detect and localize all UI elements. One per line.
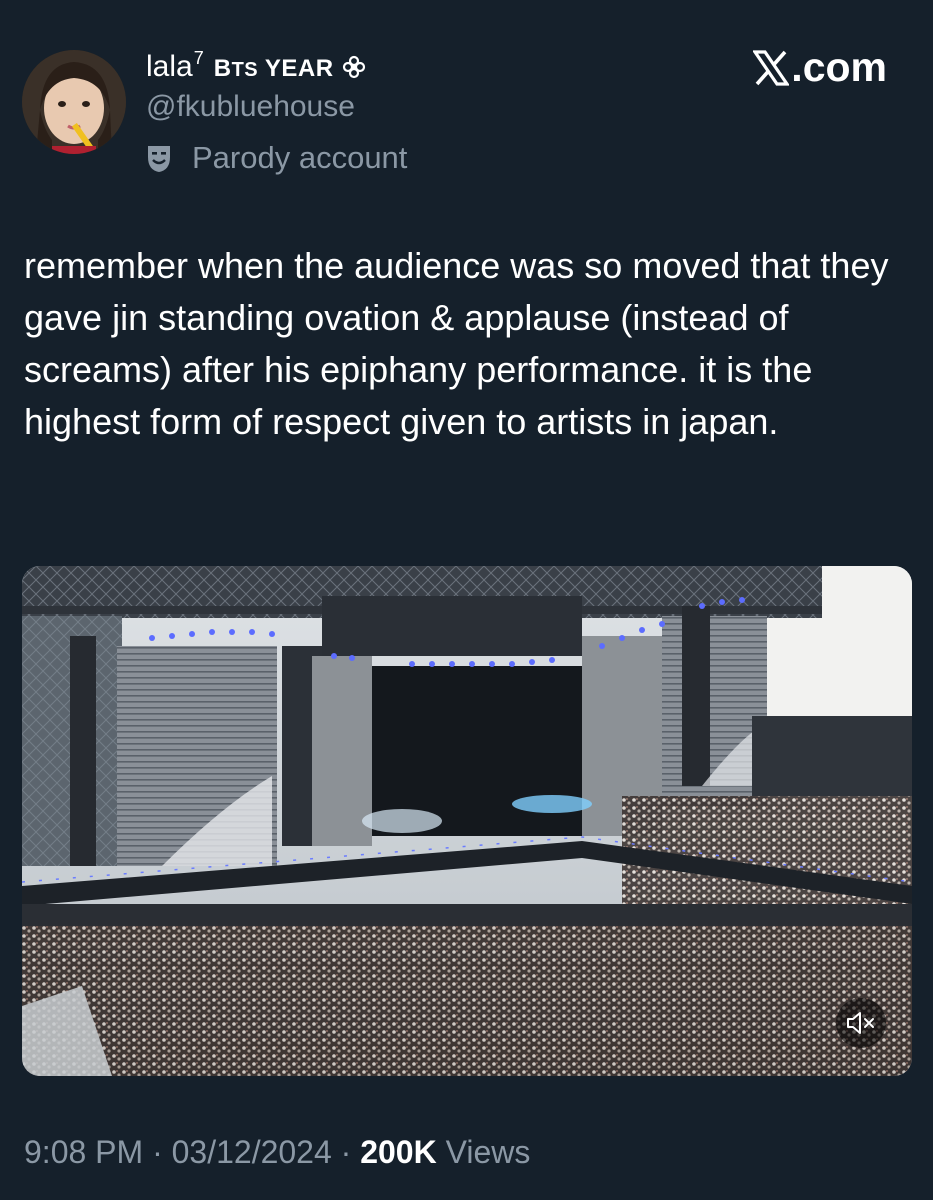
avatar-photo [22, 50, 126, 154]
tweet-date[interactable]: 03/12/2024 [172, 1134, 332, 1170]
views-count[interactable]: 200K [360, 1134, 437, 1170]
concert-stadium-scene [22, 566, 912, 1076]
tweet-video[interactable] [22, 566, 912, 1076]
x-com-text: .com [791, 44, 887, 90]
avatar[interactable] [22, 50, 126, 154]
display-name[interactable]: lala 7 BTS YEAR [146, 48, 366, 90]
author-name-tag-year: YEAR [258, 55, 334, 82]
meta-separator: · [143, 1134, 172, 1170]
author-name-tag-b: B [213, 55, 232, 82]
tweet-time[interactable]: 9:08 PM [24, 1134, 143, 1170]
x-com-brand: .com [753, 44, 887, 91]
parody-label: Parody account [146, 138, 407, 178]
author-handle[interactable]: @fkubluehouse [146, 90, 355, 124]
meta-separator: · [331, 1134, 361, 1170]
author-name: lala [146, 50, 193, 83]
x-logo-icon [753, 49, 790, 86]
author-name-tag-ts: TS [231, 59, 259, 81]
author-name-tag: BTS YEAR [214, 55, 334, 83]
flower-icon [342, 55, 365, 79]
parody-label-text: Parody account [192, 140, 408, 175]
mute-button[interactable] [836, 998, 886, 1048]
tweet-text: remember when the audience was so moved … [24, 245, 889, 442]
muted-speaker-icon [847, 1012, 874, 1034]
views-label: Views [436, 1134, 531, 1170]
author-name-superscript: 7 [193, 48, 204, 68]
parody-mask-icon [148, 146, 170, 172]
tweet-meta: 9:08 PM · 03/12/2024 · 200K Views [24, 1134, 530, 1171]
